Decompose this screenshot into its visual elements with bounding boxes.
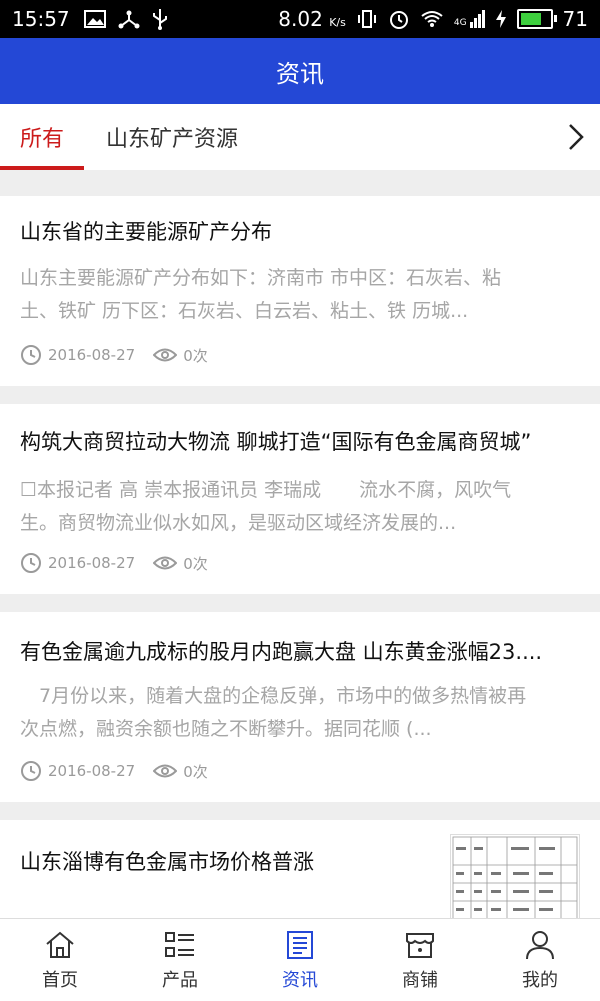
chevron-right-icon[interactable] (564, 122, 588, 152)
charging-icon (495, 10, 506, 28)
usb-icon (152, 9, 167, 30)
article-views: 0次 (183, 346, 208, 365)
nav-products[interactable]: 产品 (120, 919, 240, 1001)
article-date: 2016-08-27 (48, 346, 136, 364)
user-icon (524, 928, 556, 962)
article-meta: 2016-08-27 0次 (20, 552, 208, 574)
wifi-icon (421, 11, 443, 27)
article-item[interactable]: 有色金属逾九成标的股月内跑赢大盘 山东黄金涨幅23.... 7月份以来，随着大盘… (0, 612, 600, 802)
tab-all[interactable]: 所有 (0, 104, 85, 170)
category-tabs: 所有 山东矿产资源 (0, 104, 600, 170)
home-icon (44, 928, 76, 962)
clock-icon (20, 344, 42, 366)
battery-icon (516, 9, 557, 29)
price-table-image (452, 836, 578, 918)
battery-level: 71 (562, 7, 588, 31)
share-notification-icon (118, 10, 140, 29)
article-summary: 山东主要能源矿产分布如下：济南市 市中区：石灰岩、粘 土、铁矿 历下区：石灰岩、… (20, 267, 502, 322)
article-views: 0次 (183, 762, 208, 781)
article-date: 2016-08-27 (48, 554, 136, 572)
vibrate-icon (357, 10, 376, 28)
article-thumbnail (450, 834, 580, 918)
article-title: 山东淄博有色金属市场价格普涨 (20, 850, 314, 874)
article-date: 2016-08-27 (48, 762, 136, 780)
page-title: 资讯 (276, 59, 324, 88)
net-speed: 8.02 K/s (278, 7, 346, 31)
app-header: 资讯 (0, 38, 600, 104)
alarm-icon (389, 11, 408, 29)
news-icon (284, 928, 316, 962)
nav-me[interactable]: 我的 (480, 919, 600, 1001)
article-meta: 2016-08-27 0次 (20, 760, 208, 782)
product-list-icon (164, 928, 196, 962)
article-title: 有色金属逾九成标的股月内跑赢大盘 山东黄金涨幅23.... (20, 640, 543, 664)
article-item[interactable]: 山东省的主要能源矿产分布 山东主要能源矿产分布如下：济南市 市中区：石灰岩、粘 … (0, 196, 600, 386)
article-item[interactable]: 山东淄博有色金属市场价格普涨 (0, 820, 600, 918)
clock-icon (20, 760, 42, 782)
eye-icon (153, 346, 178, 364)
article-views: 0次 (183, 554, 208, 573)
article-summary: ☐本报记者 高 崇本报通讯员 李瑞成 流水不腐，风吹气 生。商贸物流业似水如风，… (20, 479, 512, 534)
eye-icon (153, 762, 178, 780)
status-bar: 15:57 8.02 K/s 4G 71 (0, 0, 600, 38)
bottom-nav: 首页 产品 资讯 商铺 我的 (0, 918, 600, 1001)
image-notification-icon (83, 10, 106, 28)
article-title: 构筑大商贸拉动大物流 聊城打造“国际有色金属商贸城” (20, 430, 532, 454)
article-title: 山东省的主要能源矿产分布 (20, 220, 272, 244)
article-meta: 2016-08-27 0次 (20, 344, 208, 366)
article-item[interactable]: 构筑大商贸拉动大物流 聊城打造“国际有色金属商贸城” ☐本报记者 高 崇本报通讯… (0, 404, 600, 594)
nav-store[interactable]: 商铺 (360, 919, 480, 1001)
nav-news[interactable]: 资讯 (240, 919, 360, 1001)
clock-icon (20, 552, 42, 574)
tab-shandong-minerals[interactable]: 山东矿产资源 (106, 104, 238, 170)
article-summary: 7月份以来，随着大盘的企稳反弹，市场中的做多热情被再 次点燃，融资余额也随之不断… (20, 685, 527, 740)
status-time: 15:57 (12, 7, 70, 31)
eye-icon (153, 554, 178, 572)
cell-signal-icon: 4G (454, 10, 485, 28)
nav-home[interactable]: 首页 (0, 919, 120, 1001)
store-icon (404, 928, 436, 962)
